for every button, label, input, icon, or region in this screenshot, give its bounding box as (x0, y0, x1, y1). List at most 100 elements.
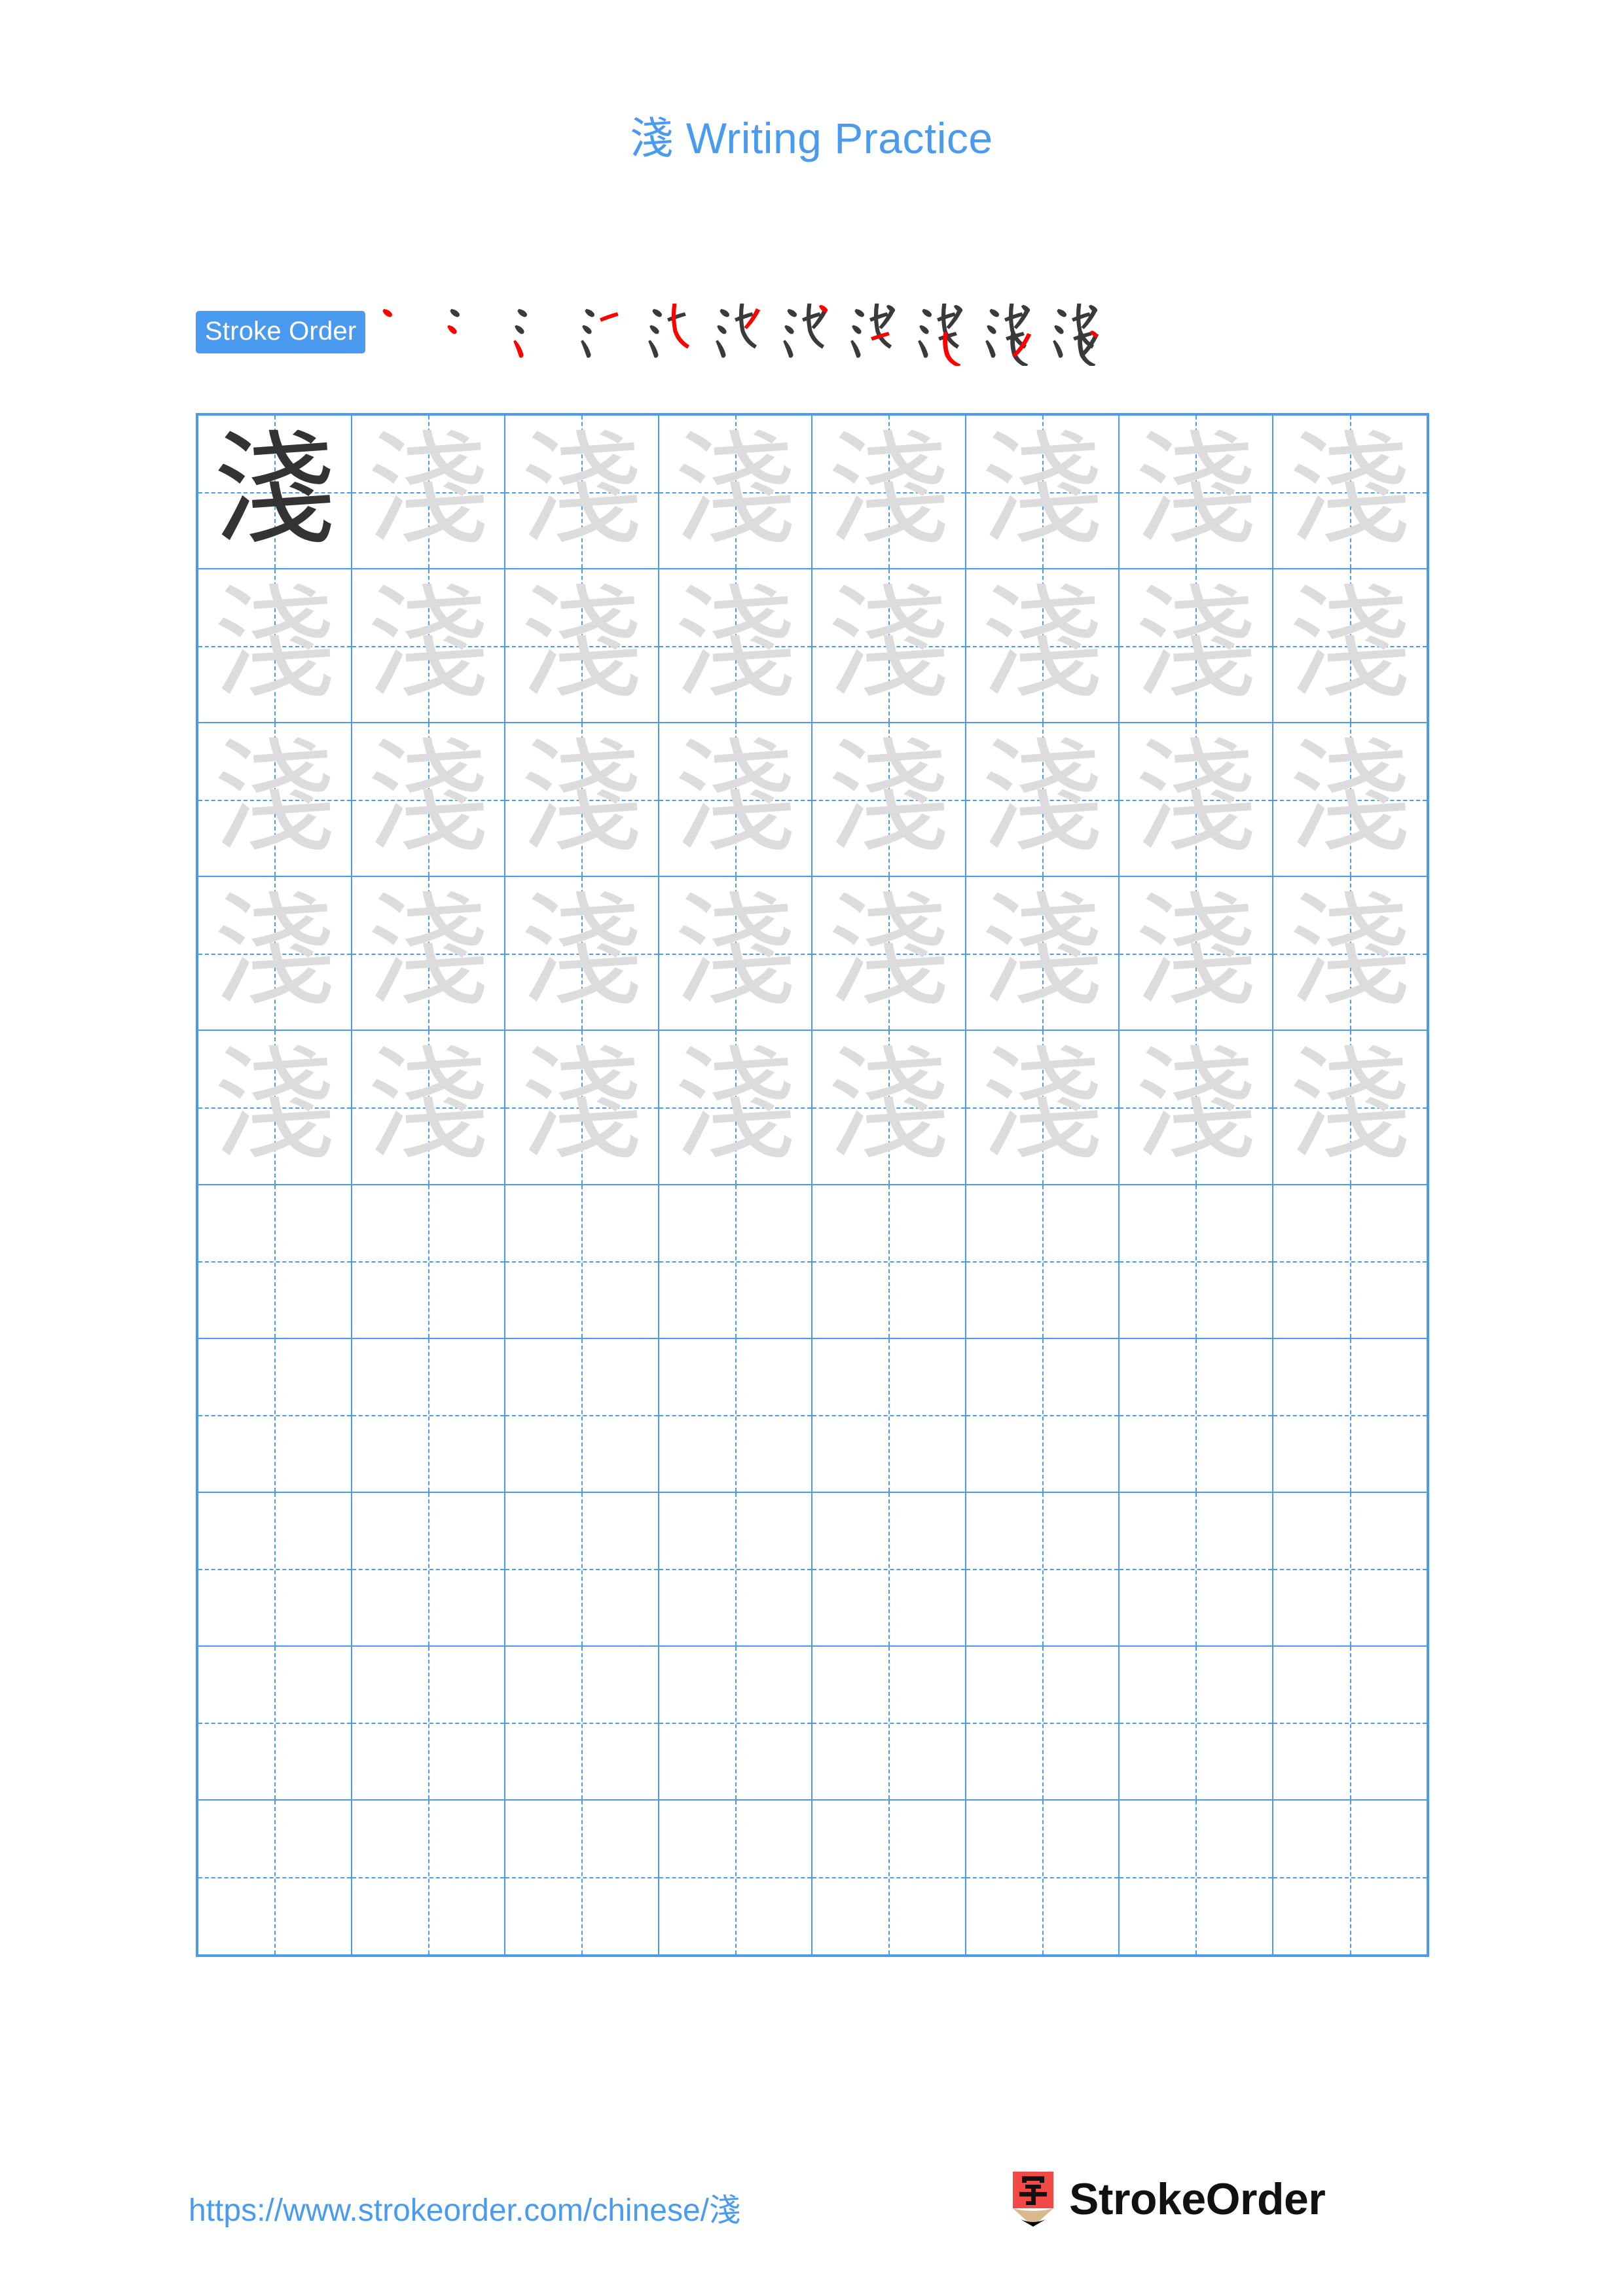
practice-character (198, 1647, 351, 1799)
practice-cell[interactable] (1273, 1646, 1427, 1801)
practice-cell[interactable]: 淺 (352, 1031, 505, 1185)
practice-cell[interactable]: 淺 (352, 416, 505, 570)
practice-cell[interactable]: 淺 (966, 416, 1120, 570)
practice-cell[interactable]: 淺 (812, 416, 966, 570)
practice-cell[interactable]: 淺 (966, 1031, 1120, 1185)
practice-cell[interactable] (1273, 1800, 1427, 1954)
practice-character: 淺 (213, 572, 336, 715)
practice-cell[interactable] (505, 1646, 659, 1801)
brand-name: StrokeOrder (1069, 2174, 1326, 2224)
practice-cell[interactable] (505, 1492, 659, 1647)
practice-cell[interactable] (1120, 1185, 1273, 1339)
practice-cell[interactable] (1120, 1338, 1273, 1493)
brand-logo[interactable]: StrokeOrder (1012, 2170, 1326, 2229)
practice-cell[interactable]: 淺 (812, 1031, 966, 1185)
practice-cell[interactable] (966, 1185, 1120, 1339)
practice-cell[interactable] (1120, 1800, 1273, 1954)
practice-cell[interactable] (198, 1185, 352, 1339)
practice-cell[interactable]: 淺 (352, 723, 505, 878)
practice-cell[interactable]: 淺 (198, 569, 352, 724)
practice-character: 淺 (213, 418, 336, 561)
practice-cell[interactable] (966, 1646, 1120, 1801)
practice-cell[interactable]: 淺 (1120, 569, 1273, 724)
practice-character (505, 1339, 658, 1492)
practice-cell[interactable] (1120, 1646, 1273, 1801)
practice-cell[interactable]: 淺 (659, 1031, 812, 1185)
practice-cell[interactable]: 淺 (352, 877, 505, 1031)
practice-cell[interactable] (812, 1800, 966, 1954)
practice-cell[interactable] (505, 1185, 659, 1339)
practice-cell[interactable]: 淺 (1120, 877, 1273, 1031)
practice-cell[interactable] (966, 1338, 1120, 1493)
practice-character (1120, 1339, 1272, 1492)
practice-cell[interactable] (198, 1492, 352, 1647)
source-url-link[interactable]: https://www.strokeorder.com/chinese/淺 (189, 2184, 740, 2230)
practice-character (1273, 1339, 1427, 1492)
practice-cell[interactable] (659, 1185, 812, 1339)
practice-character (198, 1339, 351, 1492)
practice-cell[interactable] (352, 1338, 505, 1493)
practice-cell[interactable]: 淺 (659, 416, 812, 570)
practice-cell[interactable]: 淺 (505, 723, 659, 878)
practice-character (505, 1647, 658, 1799)
practice-character: 淺 (367, 1033, 489, 1176)
practice-cell[interactable] (812, 1185, 966, 1339)
practice-cell[interactable] (1273, 1185, 1427, 1339)
practice-cell[interactable]: 淺 (198, 1031, 352, 1185)
practice-cell[interactable]: 淺 (812, 877, 966, 1031)
practice-character (352, 1185, 505, 1338)
practice-cell[interactable]: 淺 (1273, 569, 1427, 724)
practice-cell[interactable]: 淺 (505, 877, 659, 1031)
practice-cell[interactable] (659, 1800, 812, 1954)
practice-cell[interactable]: 淺 (812, 569, 966, 724)
practice-cell[interactable] (659, 1646, 812, 1801)
practice-cell[interactable]: 淺 (1273, 723, 1427, 878)
practice-cell[interactable] (505, 1800, 659, 1954)
practice-cell[interactable]: 淺 (1120, 416, 1273, 570)
practice-cell[interactable]: 淺 (966, 723, 1120, 878)
practice-cell[interactable]: 淺 (505, 1031, 659, 1185)
practice-cell[interactable]: 淺 (505, 569, 659, 724)
practice-cell[interactable] (812, 1646, 966, 1801)
practice-cell[interactable] (198, 1338, 352, 1493)
practice-cell[interactable] (966, 1492, 1120, 1647)
practice-character (198, 1801, 351, 1954)
practice-cell[interactable]: 淺 (659, 569, 812, 724)
practice-cell[interactable]: 淺 (1273, 416, 1427, 570)
practice-character (198, 1493, 351, 1645)
practice-cell[interactable]: 淺 (1273, 877, 1427, 1031)
practice-cell[interactable]: 淺 (198, 877, 352, 1031)
practice-cell[interactable] (659, 1338, 812, 1493)
practice-cell[interactable]: 淺 (352, 569, 505, 724)
practice-cell[interactable]: 淺 (812, 723, 966, 878)
practice-character: 淺 (213, 726, 336, 869)
practice-cell[interactable]: 淺 (659, 723, 812, 878)
practice-cell[interactable]: 淺 (1120, 1031, 1273, 1185)
practice-cell[interactable] (352, 1185, 505, 1339)
practice-cell[interactable] (352, 1646, 505, 1801)
practice-cell[interactable] (1273, 1492, 1427, 1647)
practice-cell[interactable]: 淺 (659, 877, 812, 1031)
practice-cell[interactable] (1120, 1492, 1273, 1647)
practice-cell[interactable] (198, 1800, 352, 1954)
practice-cell[interactable] (659, 1492, 812, 1647)
practice-cell[interactable] (505, 1338, 659, 1493)
practice-character: 淺 (1135, 726, 1257, 869)
practice-cell[interactable] (352, 1492, 505, 1647)
practice-cell[interactable] (812, 1338, 966, 1493)
practice-cell[interactable]: 淺 (966, 877, 1120, 1031)
practice-character (352, 1493, 505, 1645)
practice-cell[interactable]: 淺 (198, 416, 352, 570)
practice-cell[interactable] (352, 1800, 505, 1954)
practice-cell[interactable]: 淺 (966, 569, 1120, 724)
practice-cell[interactable]: 淺 (505, 416, 659, 570)
practice-cell[interactable] (812, 1492, 966, 1647)
practice-character (505, 1493, 658, 1645)
practice-cell[interactable] (198, 1646, 352, 1801)
practice-cell[interactable] (1273, 1338, 1427, 1493)
practice-cell[interactable]: 淺 (198, 723, 352, 878)
practice-character (1120, 1647, 1272, 1799)
practice-cell[interactable]: 淺 (1273, 1031, 1427, 1185)
practice-cell[interactable] (966, 1800, 1120, 1954)
practice-cell[interactable]: 淺 (1120, 723, 1273, 878)
